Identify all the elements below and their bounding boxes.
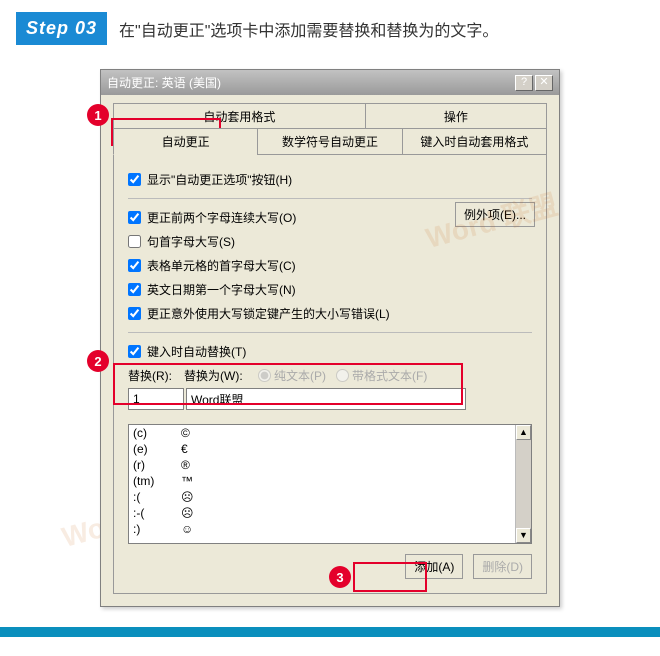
two-caps-checkbox[interactable] xyxy=(128,211,141,224)
with-label: 替换为(W): xyxy=(184,367,248,384)
list-val: ☹ xyxy=(177,489,531,505)
tab-autocorrect[interactable]: 自动更正 xyxy=(113,128,257,155)
tab-math-autocorrect[interactable]: 数学符号自动更正 xyxy=(257,128,401,155)
capslock-checkbox[interactable] xyxy=(128,307,141,320)
tab-autoformat-typing[interactable]: 键入时自动套用格式 xyxy=(402,128,547,155)
list-key: (e) xyxy=(129,441,177,457)
list-val: ™ xyxy=(177,473,531,489)
step-instruction: 在"自动更正"选项卡中添加需要替换和替换为的文字。 xyxy=(119,17,498,41)
tabstrip: 自动套用格式 操作 自动更正 数学符号自动更正 键入时自动套用格式 xyxy=(101,95,559,154)
show-options-label: 显示"自动更正选项"按钮(H) xyxy=(147,171,292,188)
step-header: Step 03 在"自动更正"选项卡中添加需要替换和替换为的文字。 xyxy=(16,12,644,45)
badge-1: 1 xyxy=(87,104,109,126)
add-button[interactable]: 添加(A) xyxy=(405,554,463,579)
list-key: :( xyxy=(129,489,177,505)
list-val: € xyxy=(177,441,531,457)
english-date-checkbox[interactable] xyxy=(128,283,141,296)
tab-autoformat[interactable]: 自动套用格式 xyxy=(113,103,365,130)
radio-formatted-text: 带格式文本(F) xyxy=(336,367,427,384)
list-key: (c) xyxy=(129,425,177,441)
delete-button: 删除(D) xyxy=(473,554,532,579)
scroll-up-icon[interactable]: ▲ xyxy=(516,425,531,440)
replace-as-type-checkbox[interactable] xyxy=(128,345,141,358)
sentence-cap-checkbox[interactable] xyxy=(128,235,141,248)
radio-plain-input xyxy=(258,369,271,382)
with-input[interactable] xyxy=(186,388,466,410)
list-val: © xyxy=(177,425,531,441)
table-cell-cap-label: 表格单元格的首字母大写(C) xyxy=(147,257,296,274)
close-button[interactable]: ✕ xyxy=(535,75,553,91)
dialog-titlebar: 自动更正: 英语 (美国) ? ✕ xyxy=(101,70,559,95)
step-badge: Step 03 xyxy=(16,12,107,45)
exceptions-button[interactable]: 例外项(E)... xyxy=(455,202,535,227)
list-val: ☺ xyxy=(177,521,531,537)
capslock-label: 更正意外使用大写锁定键产生的大小写错误(L) xyxy=(147,305,390,322)
english-date-label: 英文日期第一个字母大写(N) xyxy=(147,281,296,298)
badge-2: 2 xyxy=(87,350,109,372)
radio-formatted-input xyxy=(336,369,349,382)
autocorrect-list[interactable]: (c)© (e)€ (r)® (tm)™ :(☹ :-(☹ :)☺ ▲ ▼ xyxy=(128,424,532,544)
autocorrect-dialog: 自动更正: 英语 (美国) ? ✕ 自动套用格式 操作 自动更正 数学符号自动更… xyxy=(100,69,560,607)
list-key: :) xyxy=(129,521,177,537)
list-val: ☹ xyxy=(177,505,531,521)
sentence-cap-label: 句首字母大写(S) xyxy=(147,233,235,250)
help-button[interactable]: ? xyxy=(515,75,533,91)
list-key: (r) xyxy=(129,457,177,473)
tab-actions[interactable]: 操作 xyxy=(365,103,547,130)
table-cell-cap-checkbox[interactable] xyxy=(128,259,141,272)
dialog-title: 自动更正: 英语 (美国) xyxy=(107,74,221,91)
two-caps-label: 更正前两个字母连续大写(O) xyxy=(147,209,296,226)
badge-3: 3 xyxy=(329,566,351,588)
replace-label: 替换(R): xyxy=(128,367,180,384)
radio-plain-text: 纯文本(P) xyxy=(258,367,326,384)
scrollbar[interactable]: ▲ ▼ xyxy=(515,425,531,543)
footer-bar xyxy=(0,627,660,637)
scroll-down-icon[interactable]: ▼ xyxy=(516,528,531,543)
replace-input[interactable] xyxy=(128,388,184,410)
list-key: (tm) xyxy=(129,473,177,489)
list-val: ® xyxy=(177,457,531,473)
show-options-checkbox[interactable] xyxy=(128,173,141,186)
list-key: :-( xyxy=(129,505,177,521)
replace-as-type-label: 键入时自动替换(T) xyxy=(147,343,246,360)
